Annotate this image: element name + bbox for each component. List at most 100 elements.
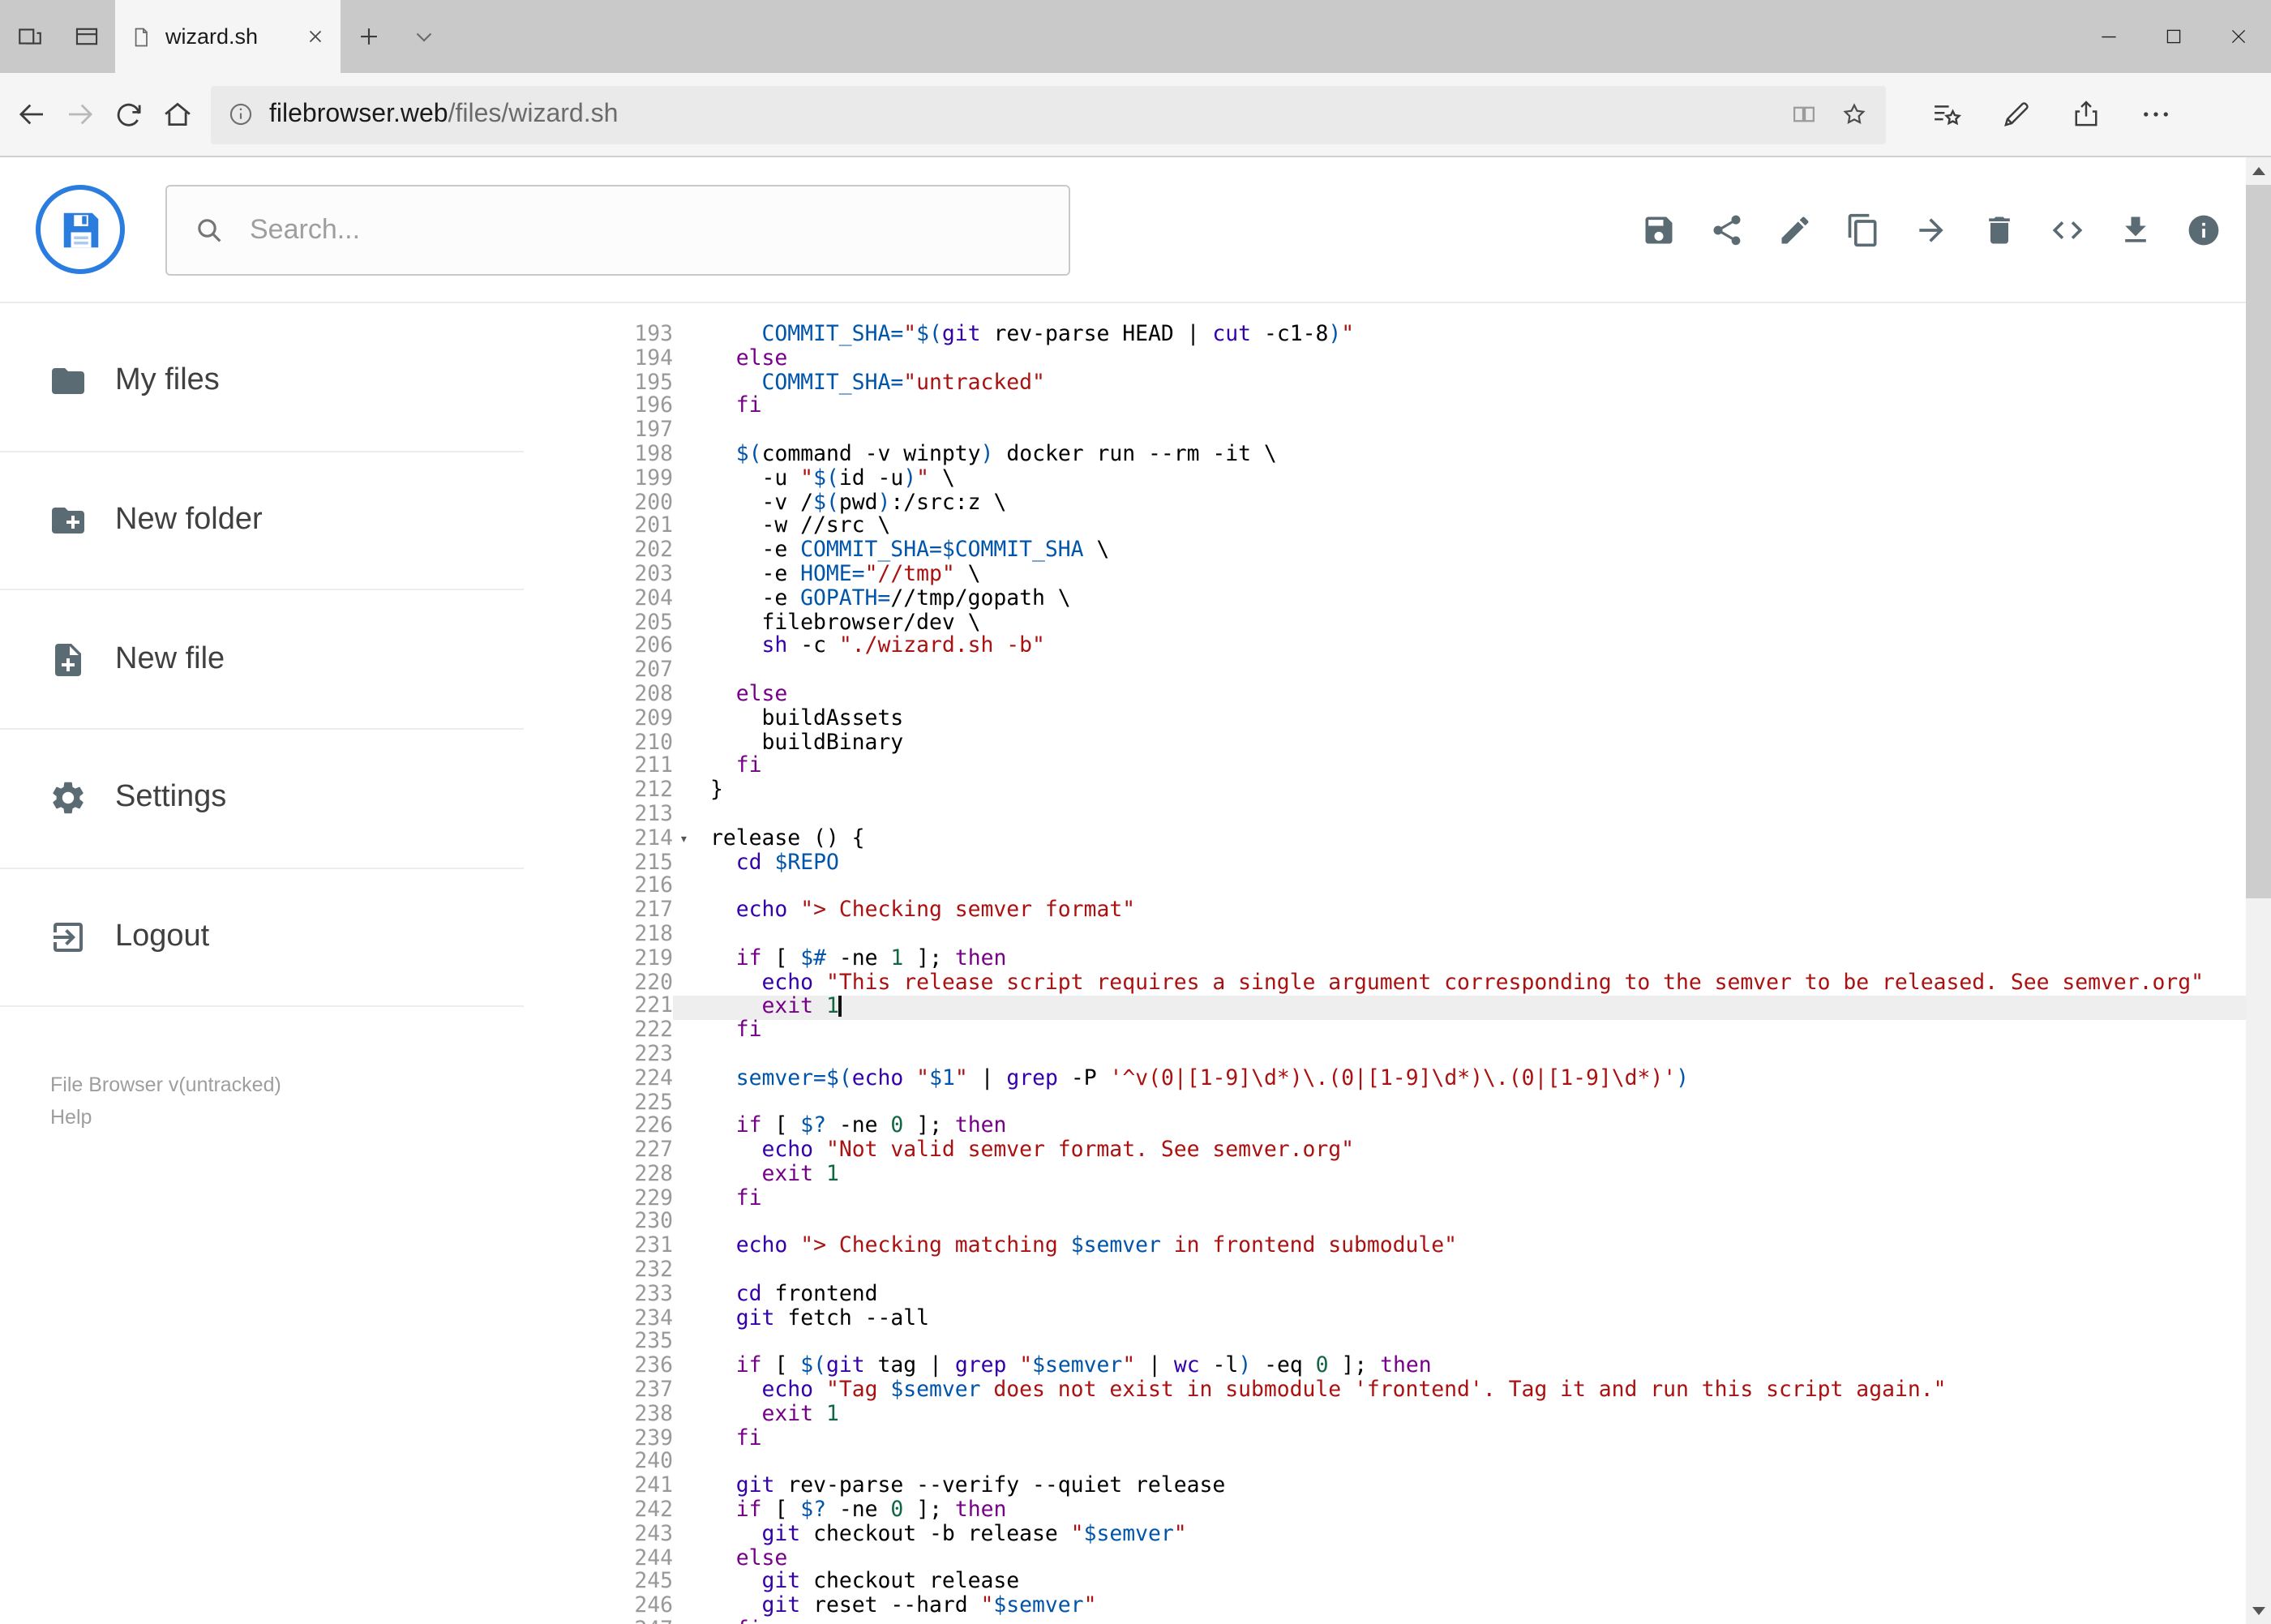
code-line-216[interactable]: 216 xyxy=(524,875,2246,901)
fold-marker-icon[interactable]: ▾ xyxy=(679,828,688,852)
sidebar-item-my-files[interactable]: My files xyxy=(0,313,524,452)
code-line-247[interactable]: 247 fi xyxy=(524,1618,2246,1624)
code-line-223[interactable]: 223 xyxy=(524,1043,2246,1069)
info-button[interactable] xyxy=(2185,211,2222,248)
code-line-195[interactable]: 195 COMMIT_SHA="untracked" xyxy=(524,371,2246,396)
search-box[interactable] xyxy=(165,184,1070,275)
code-line-219[interactable]: 219 if [ $# -ne 1 ]; then xyxy=(524,947,2246,972)
code-line-224[interactable]: 224 semver=$(echo "$1" | grep -P '^v(0|[… xyxy=(524,1067,2246,1092)
code-line-220[interactable]: 220 echo "This release script requires a… xyxy=(524,971,2246,996)
code-line-226[interactable]: 226 if [ $? -ne 0 ]; then xyxy=(524,1115,2246,1141)
code-line-225[interactable]: 225 xyxy=(524,1091,2246,1116)
code-line-243[interactable]: 243 git checkout -b release "$semver" xyxy=(524,1523,2246,1549)
maximize-button[interactable] xyxy=(2141,0,2206,73)
code-line-214[interactable]: 214 ▾ release () { xyxy=(524,827,2246,852)
code-line-210[interactable]: 210 buildBinary xyxy=(524,731,2246,756)
share-button[interactable] xyxy=(1708,211,1746,248)
code-line-236[interactable]: 236 if [ $(git tag | grep "$semver" | wc… xyxy=(524,1355,2246,1381)
back-button[interactable] xyxy=(6,80,55,148)
code-line-227[interactable]: 227 echo "Not valid semver format. See s… xyxy=(524,1138,2246,1164)
code-line-246[interactable]: 246 git reset --hard "$semver" xyxy=(524,1595,2246,1620)
scrollbar[interactable] xyxy=(2246,157,2271,1624)
code-line-233[interactable]: 233 cd frontend xyxy=(524,1283,2246,1309)
reading-view-icon[interactable] xyxy=(1789,99,1819,130)
code-line-237[interactable]: 237 echo "Tag $semver does not exist in … xyxy=(524,1378,2246,1404)
more-button[interactable] xyxy=(2131,80,2179,148)
code-line-212[interactable]: 212} xyxy=(524,778,2246,804)
code-view-button[interactable] xyxy=(2049,211,2086,248)
set-tabs-aside-button[interactable] xyxy=(11,23,47,50)
code-line-209[interactable]: 209 buildAssets xyxy=(524,707,2246,733)
code-line-194[interactable]: 194 else xyxy=(524,347,2246,373)
code-line-235[interactable]: 235 xyxy=(524,1330,2246,1356)
forward-button[interactable] xyxy=(55,80,104,148)
save-button[interactable] xyxy=(1640,211,1678,248)
tab-dropdown-button[interactable] xyxy=(396,0,451,73)
favorite-star-icon[interactable] xyxy=(1839,99,1870,130)
delete-button[interactable] xyxy=(1981,211,2018,248)
code-line-228[interactable]: 228 exit 1 xyxy=(524,1163,2246,1189)
tab-preview-button[interactable] xyxy=(68,23,104,50)
app-logo[interactable] xyxy=(36,185,125,274)
code-line-193[interactable]: 193 COMMIT_SHA="$(git rev-parse HEAD | c… xyxy=(524,323,2246,349)
code-line-200[interactable]: 200 -v /$(pwd):/src:z \ xyxy=(524,491,2246,516)
code-line-203[interactable]: 203 -e HOME="//tmp" \ xyxy=(524,563,2246,589)
home-button[interactable] xyxy=(152,80,201,148)
close-button[interactable] xyxy=(2206,0,2271,73)
code-line-197[interactable]: 197 xyxy=(524,419,2246,444)
download-button[interactable] xyxy=(2117,211,2154,248)
address-bar[interactable]: filebrowser.web/files/wizard.sh xyxy=(211,85,1886,144)
refresh-button[interactable] xyxy=(104,80,152,148)
code-editor[interactable]: 193 COMMIT_SHA="$(git rev-parse HEAD | c… xyxy=(524,303,2246,1624)
code-line-202[interactable]: 202 -e COMMIT_SHA=$COMMIT_SHA \ xyxy=(524,539,2246,564)
web-note-button[interactable] xyxy=(1991,80,2040,148)
scroll-down-button[interactable] xyxy=(2246,1598,2271,1624)
sidebar-item-settings[interactable]: Settings xyxy=(0,730,524,869)
code-line-217[interactable]: 217 echo "> Checking semver format" xyxy=(524,898,2246,924)
sidebar-item-logout[interactable]: Logout xyxy=(0,868,524,1008)
browser-tab[interactable]: wizard.sh xyxy=(115,0,341,73)
minimize-button[interactable] xyxy=(2076,0,2141,73)
sidebar-item-new-file[interactable]: New file xyxy=(0,590,524,731)
code-line-238[interactable]: 238 exit 1 xyxy=(524,1403,2246,1429)
code-line-241[interactable]: 241 git rev-parse --verify --quiet relea… xyxy=(524,1475,2246,1501)
tab-close-icon[interactable] xyxy=(305,26,326,47)
code-line-205[interactable]: 205 filebrowser/dev \ xyxy=(524,611,2246,636)
move-button[interactable] xyxy=(1913,211,1950,248)
code-line-213[interactable]: 213 xyxy=(524,803,2246,829)
code-line-218[interactable]: 218 xyxy=(524,923,2246,949)
code-line-199[interactable]: 199 -u "$(id -u)" \ xyxy=(524,467,2246,493)
share-button[interactable] xyxy=(2061,80,2110,148)
code-line-244[interactable]: 244 else xyxy=(524,1546,2246,1572)
code-line-231[interactable]: 231 echo "> Checking matching $semver in… xyxy=(524,1235,2246,1261)
hub-button[interactable] xyxy=(1922,80,1970,148)
code-line-229[interactable]: 229 fi xyxy=(524,1187,2246,1212)
code-line-242[interactable]: 242 if [ $? -ne 0 ]; then xyxy=(524,1498,2246,1524)
help-link[interactable]: Help xyxy=(50,1102,524,1134)
new-tab-button[interactable] xyxy=(341,0,396,73)
code-line-232[interactable]: 232 xyxy=(524,1259,2246,1284)
code-line-222[interactable]: 222 fi xyxy=(524,1018,2246,1044)
code-line-245[interactable]: 245 git checkout release xyxy=(524,1570,2246,1596)
code-line-198[interactable]: 198 $(command -v winpty) docker run --rm… xyxy=(524,443,2246,469)
code-line-208[interactable]: 208 else xyxy=(524,683,2246,709)
code-line-196[interactable]: 196 fi xyxy=(524,395,2246,421)
code-line-239[interactable]: 239 fi xyxy=(524,1427,2246,1452)
site-info-icon[interactable] xyxy=(227,101,255,128)
code-line-211[interactable]: 211 fi xyxy=(524,755,2246,781)
code-line-215[interactable]: 215 cd $REPO xyxy=(524,851,2246,876)
rename-button[interactable] xyxy=(1776,211,1814,248)
code-line-230[interactable]: 230 xyxy=(524,1211,2246,1236)
scroll-thumb[interactable] xyxy=(2246,185,2271,898)
search-input[interactable] xyxy=(250,213,1043,246)
code-line-240[interactable]: 240 xyxy=(524,1450,2246,1476)
code-line-204[interactable]: 204 -e GOPATH=//tmp/gopath \ xyxy=(524,587,2246,613)
code-line-207[interactable]: 207 xyxy=(524,659,2246,684)
code-line-221[interactable]: 221 exit 1 xyxy=(524,995,2246,1021)
scroll-up-button[interactable] xyxy=(2246,157,2271,183)
code-line-206[interactable]: 206 sh -c "./wizard.sh -b" xyxy=(524,635,2246,661)
sidebar-item-new-folder[interactable]: New folder xyxy=(0,452,524,591)
copy-button[interactable] xyxy=(1845,211,1882,248)
code-line-201[interactable]: 201 -w //src \ xyxy=(524,515,2246,541)
code-line-234[interactable]: 234 git fetch --all xyxy=(524,1307,2246,1332)
